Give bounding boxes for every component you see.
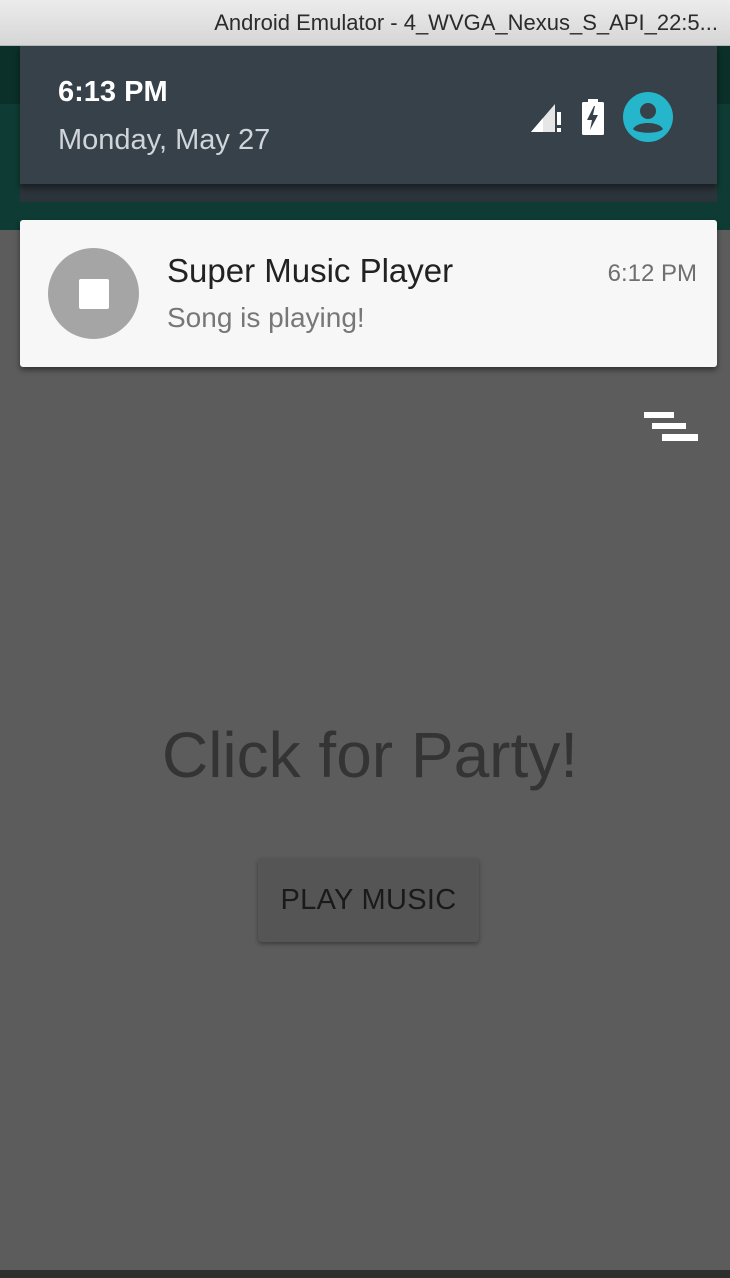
notification-text: Song is playing! bbox=[167, 302, 365, 333]
user-account-icon[interactable] bbox=[623, 92, 673, 142]
android-screen: 6:13 PM Monday, May 27 Super Music Playe… bbox=[0, 46, 730, 1270]
music-notification[interactable]: Super Music Player Song is playing! 6:12… bbox=[20, 220, 717, 367]
stop-square bbox=[78, 278, 109, 309]
notification-time: 6:12 PM bbox=[607, 260, 697, 287]
clock-date[interactable]: Monday, May 27 bbox=[58, 124, 270, 157]
party-headline: Click for Party! bbox=[161, 719, 579, 791]
battery-charging-icon bbox=[581, 99, 605, 135]
clock-time: 6:13 PM bbox=[58, 76, 168, 108]
stop-icon[interactable] bbox=[48, 248, 139, 339]
clear-all-icon[interactable] bbox=[642, 412, 700, 452]
emulator-bottom-edge bbox=[0, 1270, 730, 1278]
notification-title: Super Music Player bbox=[167, 252, 454, 289]
quick-settings-header[interactable]: 6:13 PM Monday, May 27 bbox=[20, 46, 717, 184]
quick-settings-divider bbox=[20, 184, 717, 202]
status-icons bbox=[529, 92, 673, 142]
play-music-button[interactable]: PLAY MUSIC bbox=[258, 858, 479, 942]
window-title: Android Emulator - 4_WVGA_Nexus_S_API_22… bbox=[214, 9, 718, 35]
signal-no-data-icon bbox=[529, 100, 563, 134]
emulator-title-bar: Android Emulator - 4_WVGA_Nexus_S_API_22… bbox=[0, 0, 730, 46]
